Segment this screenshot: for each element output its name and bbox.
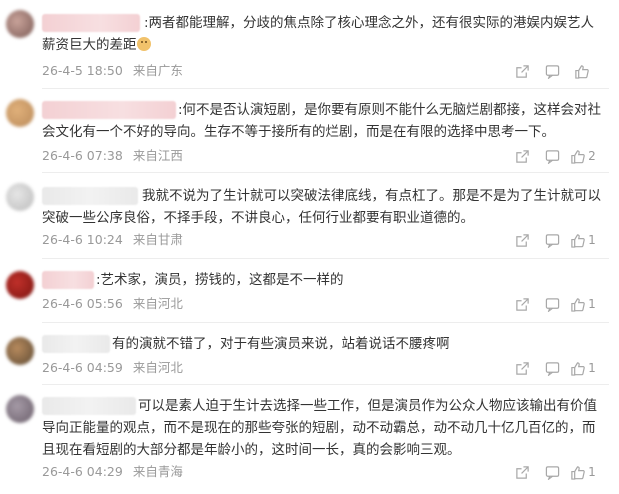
comment-date: 26-4-6 05:56 — [42, 296, 123, 311]
avatar[interactable] — [6, 10, 34, 38]
comment-text: :两者都能理解，分歧的焦点除了核心理念之外，还有很实际的港娱内娱艺人薪资巨大的差… — [42, 15, 595, 53]
divider — [42, 322, 609, 323]
thumbs-up-icon — [571, 149, 585, 164]
comment-icon — [545, 64, 559, 79]
comment-button[interactable] — [537, 295, 567, 313]
comment-text: 我就不说为了生计就可以突破法律底线，有点杠了。那是不是为了生计就可以突破一些公序… — [42, 188, 601, 226]
share-icon — [515, 297, 529, 311]
comment-date: 26-4-5 18:50 — [42, 63, 123, 78]
comment-icon — [545, 361, 559, 376]
share-button[interactable] — [507, 463, 537, 481]
avatar[interactable] — [6, 395, 34, 423]
share-button[interactable] — [507, 359, 537, 377]
share-icon — [515, 64, 529, 78]
comment-date: 26-4-6 04:59 — [42, 360, 123, 375]
comment-location: 来自甘肃 — [132, 232, 183, 247]
comment-actions — [507, 62, 599, 80]
comment-text: :何不是否认演短剧，是你要有原则不能什么无脑烂剧都接，这样会对社会文化有一个不好… — [42, 102, 602, 140]
comment-text: 有的演就不错了，对于有些演员来说，站着说话不腰疼啊 — [112, 336, 450, 352]
comment-location: 来自广东 — [132, 63, 183, 78]
like-count: 2 — [588, 149, 596, 163]
avatar[interactable] — [6, 99, 34, 127]
comment-button[interactable] — [537, 463, 567, 481]
avatar[interactable] — [6, 183, 34, 211]
comment-actions: 1 — [507, 359, 599, 377]
comment-meta: 26-4-6 04:59 来自河北 — [42, 359, 183, 377]
share-icon — [515, 361, 529, 375]
comment-location: 来自青海 — [132, 464, 183, 479]
comment-button[interactable] — [537, 62, 567, 80]
thumbs-up-icon — [571, 465, 585, 480]
share-button[interactable] — [507, 62, 537, 80]
comment-button[interactable] — [537, 359, 567, 377]
comment-actions: 2 — [507, 147, 599, 165]
comment-meta: 26-4-6 07:38 来自江西 — [42, 147, 183, 165]
thumbs-up-icon — [571, 361, 585, 376]
avatar[interactable] — [6, 337, 34, 365]
comment-button[interactable] — [537, 147, 567, 165]
divider — [42, 384, 609, 385]
share-icon — [515, 233, 529, 247]
divider — [42, 88, 609, 89]
divider — [42, 258, 609, 259]
share-button[interactable] — [507, 231, 537, 249]
like-button[interactable]: 1 — [567, 359, 599, 377]
comment-list: :两者都能理解，分歧的焦点除了核心理念之外，还有很实际的港娱内娱艺人薪资巨大的差… — [0, 0, 619, 494]
thumbs-up-icon — [571, 297, 585, 312]
comment-meta: 26-4-6 04:29 来自青海 — [42, 463, 183, 481]
like-count: 1 — [588, 465, 596, 479]
avatar[interactable] — [6, 271, 34, 299]
comment-text: :艺术家，演员，捞钱的，这都是不一样的 — [96, 272, 344, 288]
like-button[interactable] — [567, 62, 599, 80]
like-count: 1 — [588, 297, 596, 311]
share-button[interactable] — [507, 295, 537, 313]
like-button[interactable]: 2 — [567, 147, 599, 165]
like-button[interactable]: 1 — [567, 231, 599, 249]
comment-actions: 1 — [507, 463, 599, 481]
comment-date: 26-4-6 10:24 — [42, 232, 123, 247]
like-count: 1 — [588, 361, 596, 375]
emoji-face-icon — [136, 37, 151, 51]
comment-location: 来自河北 — [132, 360, 183, 375]
comment-meta: 26-4-6 10:24 来自甘肃 — [42, 231, 183, 249]
comment-meta: 26-4-5 18:50 来自广东 — [42, 62, 183, 80]
like-button[interactable]: 1 — [567, 295, 599, 313]
comment-date: 26-4-6 04:29 — [42, 464, 123, 479]
comment-icon — [545, 465, 559, 480]
divider — [42, 172, 609, 173]
share-button[interactable] — [507, 147, 537, 165]
like-count: 1 — [588, 233, 596, 247]
thumbs-up-icon — [571, 233, 585, 248]
like-button[interactable]: 1 — [567, 463, 599, 481]
comment-button[interactable] — [537, 231, 567, 249]
comment-actions: 1 — [507, 295, 599, 313]
comment-location: 来自河北 — [132, 296, 183, 311]
comment-text: 可以是素人迫于生计去选择一些工作，但是演员作为公众人物应该输出有价值导向正能量的… — [42, 398, 597, 458]
comment-actions: 1 — [507, 231, 599, 249]
comment-icon — [545, 149, 559, 164]
share-icon — [515, 149, 529, 163]
share-icon — [515, 465, 529, 479]
comment-date: 26-4-6 07:38 — [42, 148, 123, 163]
comment-meta: 26-4-6 05:56 来自河北 — [42, 295, 183, 313]
comment-icon — [545, 297, 559, 312]
comment-location: 来自江西 — [132, 148, 183, 163]
thumbs-up-icon — [575, 64, 589, 79]
comment-icon — [545, 233, 559, 248]
